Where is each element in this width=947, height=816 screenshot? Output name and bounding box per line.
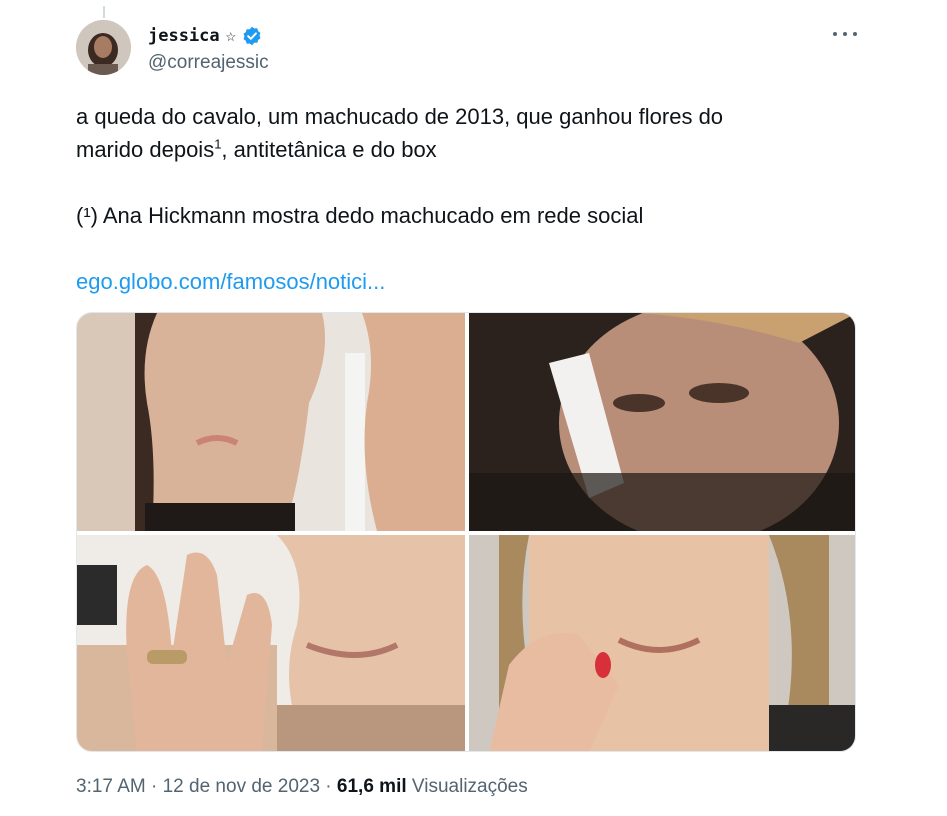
photo-back-bruise[interactable] xyxy=(77,313,465,531)
tweet-body: a queda do cavalo, um machucado de 2013,… xyxy=(76,100,866,298)
meta-separator: · xyxy=(145,776,163,797)
tweet-meta: 3:17 AM · 12 de nov de 2023 · 61,6 mil V… xyxy=(76,776,528,798)
avatar-photo xyxy=(76,20,131,75)
tweet-date[interactable]: 12 de nov de 2023 xyxy=(163,776,320,797)
photo-bandaged-finger[interactable] xyxy=(469,313,855,531)
photo-hand-rings[interactable] xyxy=(77,535,465,751)
user-handle[interactable]: @correajessic xyxy=(148,52,269,74)
tweet-line-1: a queda do cavalo, um machucado de 2013,… xyxy=(76,104,724,129)
tweet-link[interactable]: ego.globo.com/famosos/notici... xyxy=(76,265,866,298)
user-name-text: jessica xyxy=(148,26,220,46)
views-label: Visualizações xyxy=(411,776,528,797)
user-display-name[interactable]: jessica ☆ xyxy=(148,26,262,46)
views-count: 61,6 mil xyxy=(336,776,407,797)
meta-separator: · xyxy=(320,776,337,797)
tweet-time[interactable]: 3:17 AM xyxy=(76,776,146,797)
more-horizontal-icon[interactable] xyxy=(833,24,857,44)
tweet-footnote: (¹) Ana Hickmann mostra dedo machucado e… xyxy=(76,203,644,228)
tweet-line-2-suffix: , antitetânica e do box xyxy=(221,137,437,162)
thread-connector-line xyxy=(103,6,105,18)
avatar[interactable] xyxy=(76,20,131,75)
tweet-line-2-prefix: marido depois xyxy=(76,137,215,162)
verified-badge-icon xyxy=(242,26,262,46)
name-star-badge: ☆ xyxy=(225,26,236,46)
media-grid[interactable] xyxy=(76,312,856,752)
photo-pointing-finger[interactable] xyxy=(469,535,855,751)
tweet-line-2: marido depois1, antitetânica e do box xyxy=(76,133,866,166)
